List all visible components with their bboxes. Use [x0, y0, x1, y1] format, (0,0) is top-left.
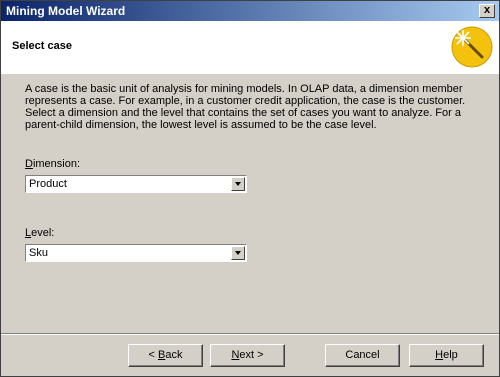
chevron-down-icon[interactable] [231, 177, 245, 191]
next-button[interactable]: Next > [210, 344, 285, 367]
dimension-select[interactable]: Product [25, 175, 247, 193]
wizard-window: Mining Model Wizard x Select case A case… [0, 0, 500, 377]
cancel-button[interactable]: Cancel [325, 344, 400, 367]
chevron-down-icon[interactable] [231, 246, 245, 260]
window-title: Mining Model Wizard [6, 4, 126, 18]
page-title: Select case [12, 40, 72, 52]
title-bar[interactable]: Mining Model Wizard x [1, 1, 499, 21]
header-divider [1, 73, 499, 74]
close-icon: x [483, 4, 491, 16]
dimension-label: Dimension: [25, 158, 81, 170]
description-text: A case is the basic unit of analysis for… [25, 83, 466, 131]
dimension-value: Product [29, 178, 67, 190]
help-button[interactable]: Help [409, 344, 484, 367]
level-label: Level: [25, 227, 55, 239]
magic-wand-icon [451, 26, 493, 68]
back-button[interactable]: < Back [128, 344, 203, 367]
level-value: Sku [29, 247, 48, 259]
level-select[interactable]: Sku [25, 244, 247, 262]
close-button[interactable]: x [479, 4, 495, 18]
wizard-header: Select case [1, 21, 499, 74]
footer-divider-highlight [1, 334, 499, 335]
